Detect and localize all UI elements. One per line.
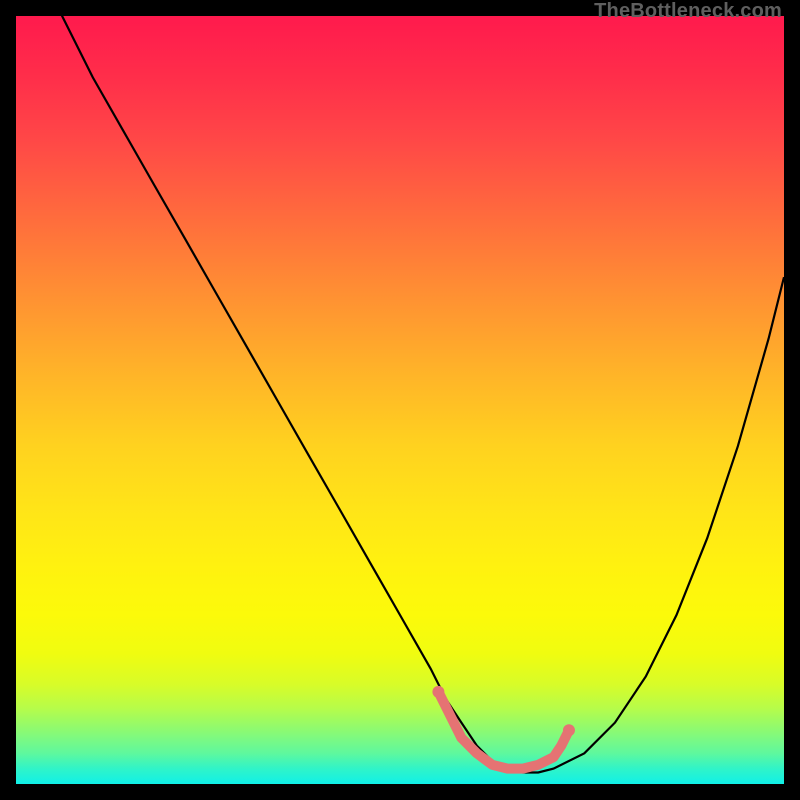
highlight-start-dot xyxy=(432,686,444,698)
bottleneck-curve xyxy=(16,16,784,773)
highlight-end-dot xyxy=(563,724,575,736)
plot-area xyxy=(16,16,784,784)
chart-svg xyxy=(16,16,784,784)
attribution-label: TheBottleneck.com xyxy=(594,0,782,23)
chart-container: TheBottleneck.com xyxy=(0,0,800,800)
highlight-region xyxy=(438,692,569,769)
